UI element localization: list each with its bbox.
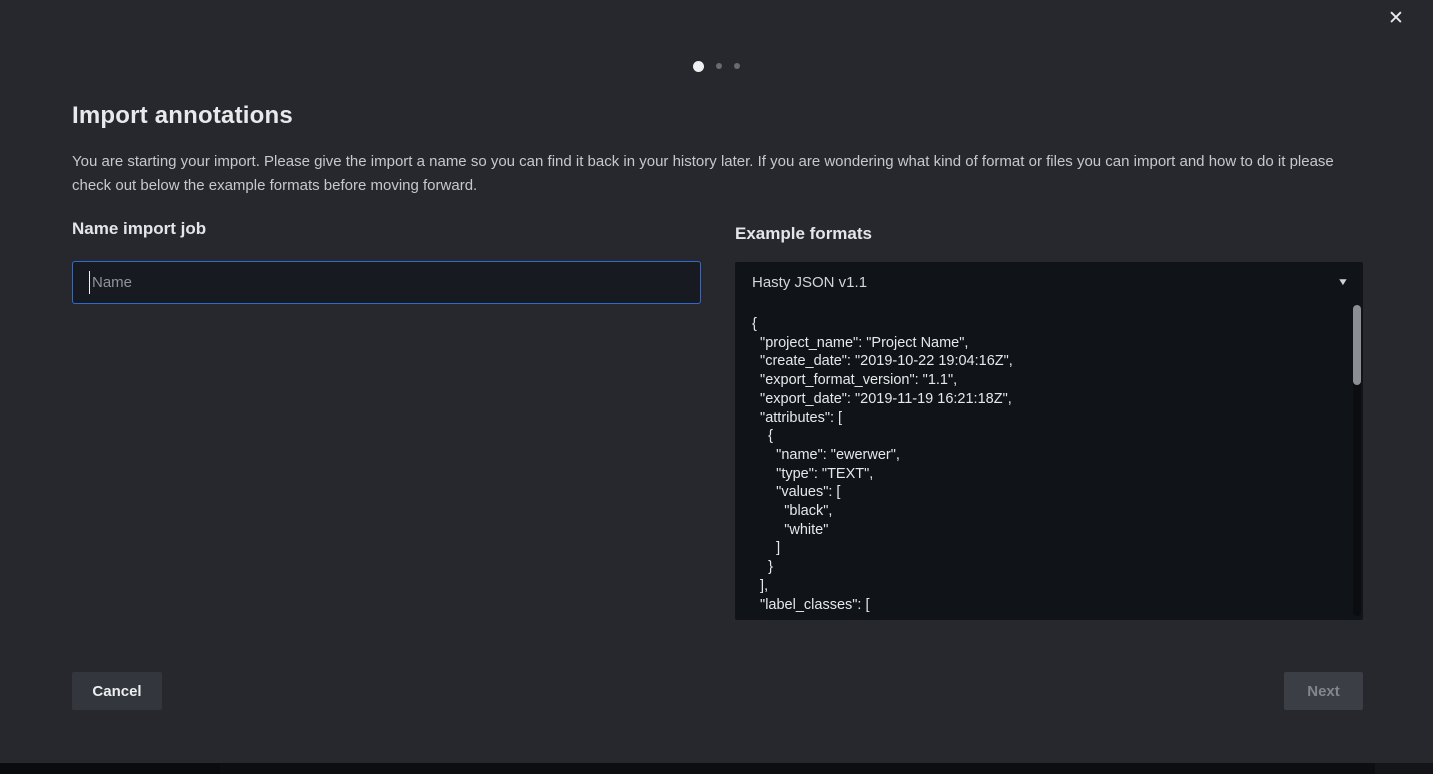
- step-indicator: [0, 58, 1433, 74]
- name-import-job-heading: Name import job: [72, 219, 206, 239]
- scrollbar-thumb[interactable]: [1353, 305, 1361, 385]
- code-block: { "project_name": "Project Name", "creat…: [735, 315, 1345, 615]
- underlying-app-strip: [0, 763, 1433, 774]
- next-button[interactable]: Next: [1284, 672, 1363, 710]
- cancel-button[interactable]: Cancel: [72, 672, 162, 710]
- step-dot: [716, 63, 722, 69]
- import-name-input[interactable]: [72, 261, 701, 304]
- close-icon[interactable]: ✕: [1383, 6, 1409, 32]
- underlying-app-segment: [0, 763, 220, 774]
- step-dot: [693, 61, 704, 72]
- example-formats-heading: Example formats: [735, 224, 872, 244]
- format-dropdown[interactable]: Hasty JSON v1.1 ▼: [735, 262, 1363, 303]
- name-input-wrap: [72, 261, 701, 304]
- page-title: Import annotations: [72, 102, 293, 130]
- chevron-down-icon: ▼: [1337, 277, 1349, 288]
- underlying-app-segment: [1375, 763, 1433, 774]
- step-dot: [734, 63, 740, 69]
- page-description: You are starting your import. Please giv…: [72, 150, 1364, 198]
- scrollbar-track[interactable]: [1353, 305, 1361, 616]
- format-dropdown-value: Hasty JSON v1.1: [752, 274, 867, 291]
- text-cursor: [89, 271, 90, 294]
- example-formats-panel: Hasty JSON v1.1 ▼ { "project_name": "Pro…: [735, 262, 1363, 620]
